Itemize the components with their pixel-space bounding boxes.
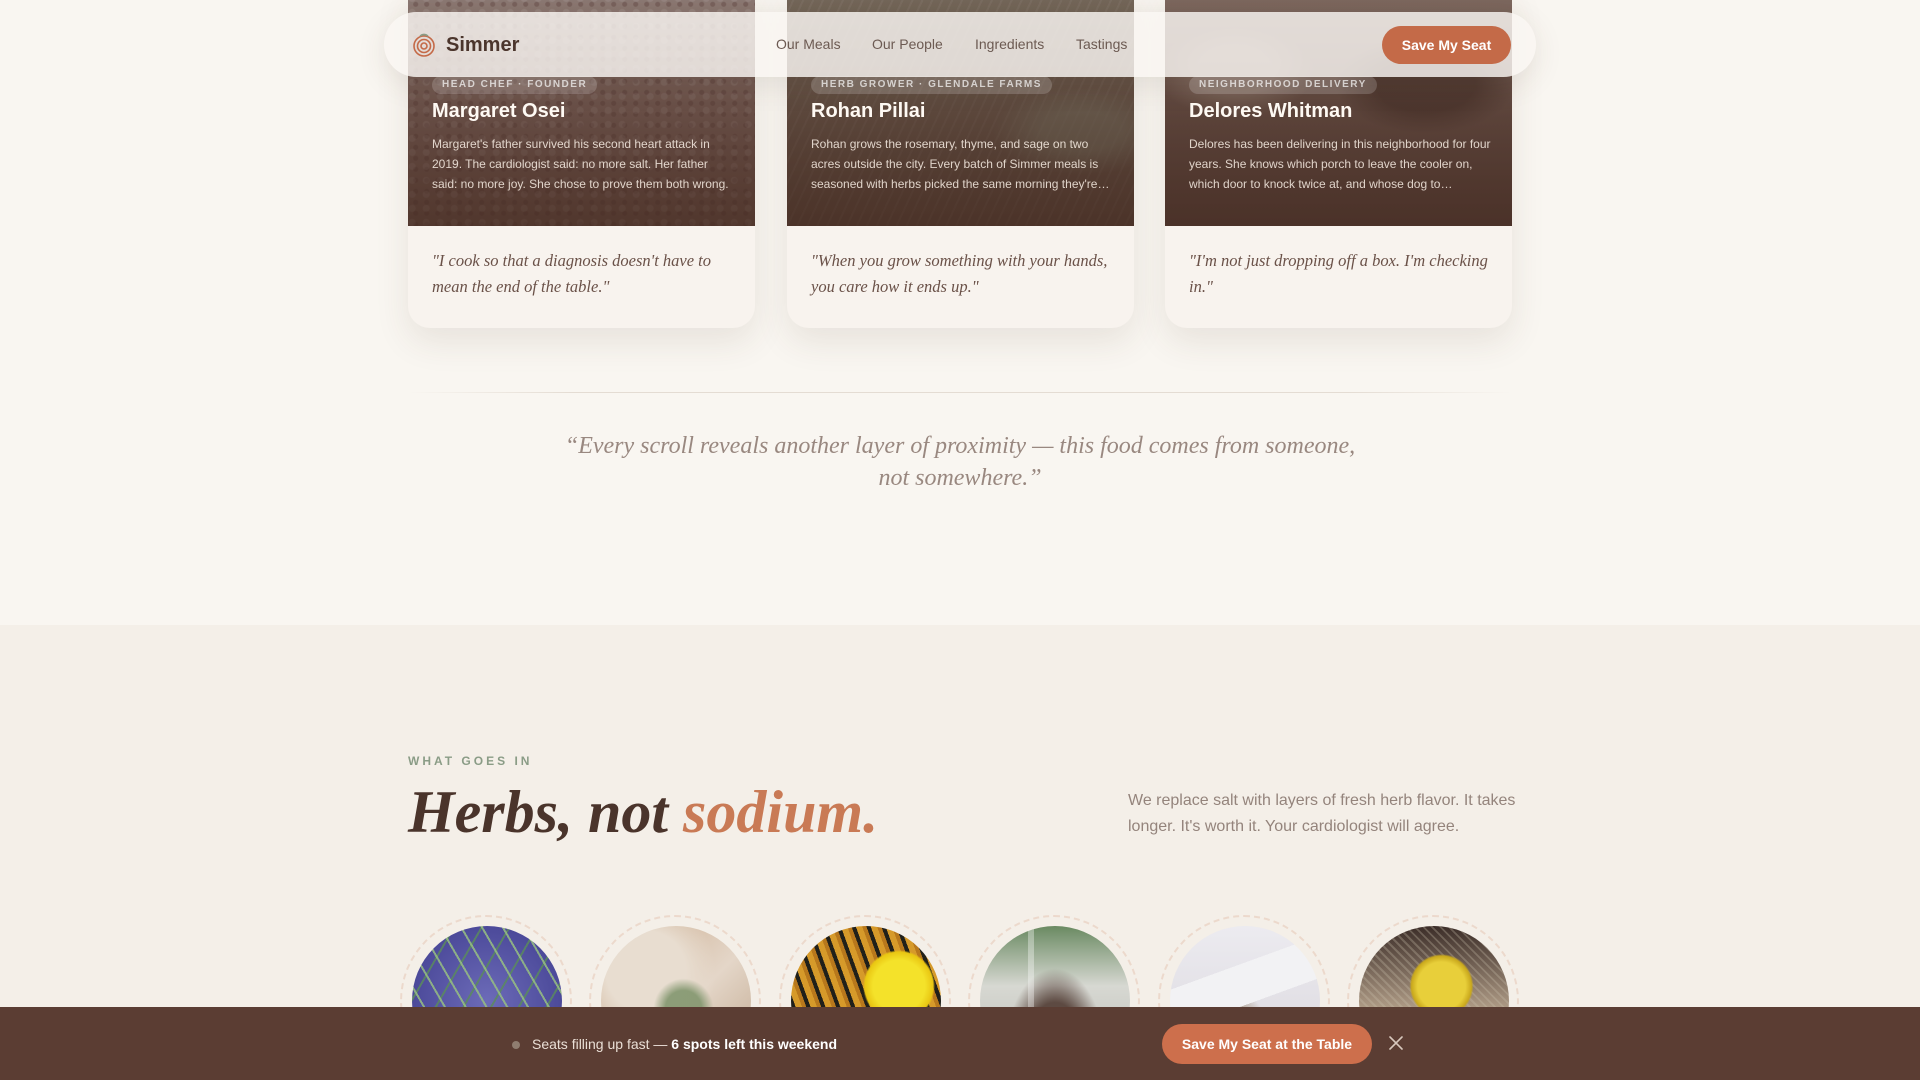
nav-link-our-people[interactable]: Our People bbox=[872, 36, 943, 52]
person-quote: "When you grow something with your hands… bbox=[811, 251, 1108, 296]
headline-main: Herbs, not bbox=[408, 779, 684, 845]
section-headline: Herbs, not sodium. bbox=[408, 776, 878, 848]
person-name: Margaret Osei bbox=[432, 100, 566, 122]
nav-link-ingredients[interactable]: Ingredients bbox=[975, 36, 1044, 52]
headline-accent: sodium. bbox=[683, 779, 879, 845]
nav-link-our-meals[interactable]: Our Meals bbox=[776, 36, 841, 52]
section-lede: We replace salt with layers of fresh her… bbox=[1128, 792, 1516, 835]
person-quote: "I'm not just dropping off a box. I'm ch… bbox=[1189, 251, 1488, 296]
person-name: Rohan Pillai bbox=[811, 100, 926, 122]
nav-link-tastings[interactable]: Tastings bbox=[1076, 36, 1127, 52]
spiral-logo-icon bbox=[413, 33, 435, 57]
person-bio: Rohan grows the rosemary, thyme, and sag… bbox=[811, 137, 1110, 191]
brand-link[interactable]: Simmer bbox=[412, 32, 519, 58]
status-dot-icon bbox=[512, 1041, 520, 1049]
close-icon[interactable] bbox=[1385, 1032, 1407, 1054]
top-navbar: Simmer Our Meals Our People Ingredients … bbox=[384, 12, 1536, 77]
availability-count: 6 spots left this weekend bbox=[671, 1036, 838, 1052]
person-role-tag: HEAD CHEF · FOUNDER bbox=[432, 76, 598, 94]
person-role-tag: HERB GROWER · GLENDALE FARMS bbox=[811, 76, 1052, 94]
availability-prefix: Seats filling up fast — bbox=[532, 1036, 672, 1052]
person-bio: Delores has been delivering in this neig… bbox=[1189, 137, 1491, 191]
save-my-seat-button[interactable]: Save My Seat bbox=[1382, 26, 1511, 64]
brand-name: Simmer bbox=[446, 33, 520, 56]
person-bio: Margaret's father survived his second he… bbox=[432, 137, 729, 191]
person-role-tag: NEIGHBORHOOD DELIVERY bbox=[1189, 76, 1377, 94]
section-eyebrow: WHAT GOES IN bbox=[408, 754, 533, 768]
person-quote: "I cook so that a diagnosis doesn't have… bbox=[432, 251, 712, 296]
person-name: Delores Whitman bbox=[1189, 100, 1353, 122]
save-seat-at-table-button[interactable]: Save My Seat at the Table bbox=[1162, 1024, 1372, 1064]
close-x-icon bbox=[1389, 1036, 1403, 1050]
sticky-booking-bar: Seats filling up fast — 6 spots left thi… bbox=[0, 1007, 1920, 1080]
availability-text: Seats filling up fast — 6 spots left thi… bbox=[532, 1036, 837, 1052]
pull-quote: “Every scroll reveals another layer of p… bbox=[564, 433, 1356, 491]
section-divider bbox=[408, 392, 1512, 393]
